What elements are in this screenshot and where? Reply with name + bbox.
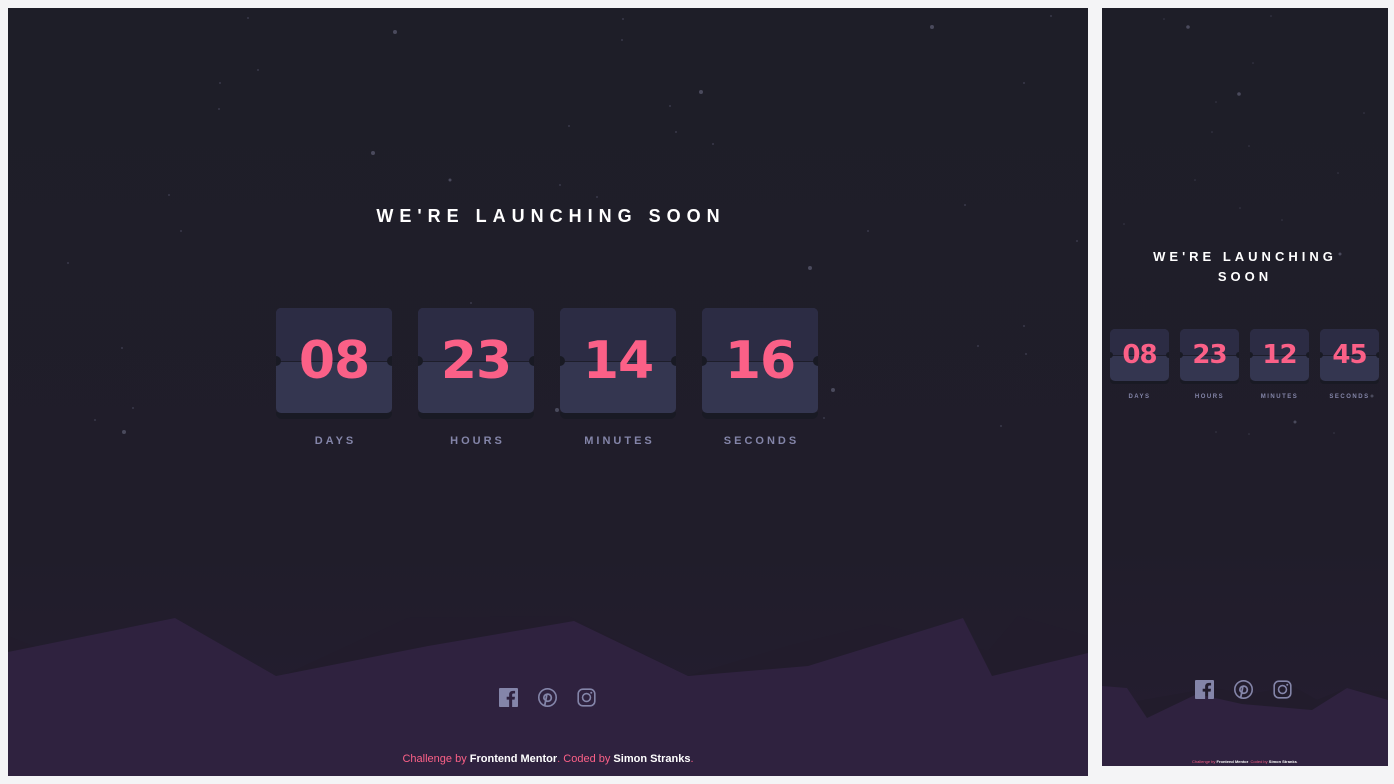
social-links — [499, 688, 596, 712]
flip-card: 08 — [276, 308, 392, 413]
facebook-icon[interactable] — [499, 688, 518, 712]
attribution: Challenge by Frontend Mentor. Coded by S… — [1192, 759, 1298, 764]
pinterest-icon[interactable] — [1234, 680, 1253, 704]
countdown-timer: 08 DAYS 23 HOURS 12 MINUTES 45 SECONDS — [1110, 329, 1379, 400]
attribution: Challenge by Frontend Mentor. Coded by S… — [402, 753, 694, 765]
author-link[interactable]: Simon Stranks — [613, 753, 690, 765]
countdown-seconds: 16 SECONDS — [702, 308, 818, 447]
days-value: 08 — [1122, 340, 1157, 370]
author-link[interactable]: Simon Stranks — [1269, 759, 1297, 764]
flip-card: 12 — [1250, 329, 1309, 381]
page-title: WE'RE LAUNCHING SOON — [1153, 249, 1337, 284]
minutes-label: MINUTES — [1260, 394, 1299, 400]
seconds-label: SECONDS — [723, 435, 800, 447]
flip-card: 08 — [1110, 329, 1169, 381]
countdown-hours: 23 HOURS — [418, 308, 534, 447]
mobile-preview: WE'RE LAUNCHING SOON 08 DAYS 23 HOURS 12 — [1102, 8, 1388, 766]
hours-label: HOURS — [1194, 394, 1225, 400]
instagram-icon[interactable] — [1273, 680, 1292, 704]
hours-value: 23 — [1192, 340, 1227, 370]
countdown-hours: 23 HOURS — [1180, 329, 1239, 400]
hours-label: HOURS — [450, 435, 505, 447]
social-links — [1195, 680, 1292, 704]
days-value: 08 — [298, 330, 370, 391]
seconds-label: SECONDS — [1329, 394, 1370, 400]
flip-card: 14 — [560, 308, 676, 413]
minutes-value: 12 — [1262, 340, 1297, 370]
frontend-mentor-link[interactable]: Frontend Mentor — [470, 753, 557, 765]
page-title: WE'RE LAUNCHING SOON — [376, 206, 726, 226]
instagram-icon[interactable] — [577, 688, 596, 712]
countdown-seconds: 45 SECONDS — [1320, 329, 1379, 400]
flip-card: 16 — [702, 308, 818, 413]
frontend-mentor-link[interactable]: Frontend Mentor — [1217, 759, 1249, 764]
seconds-value: 16 — [724, 330, 796, 391]
countdown-minutes: 12 MINUTES — [1250, 329, 1309, 400]
minutes-label: MINUTES — [584, 435, 655, 447]
facebook-icon[interactable] — [1195, 680, 1214, 704]
hills-illustration — [8, 616, 1088, 776]
countdown-timer: 08 DAYS 23 HOURS 14 MINUTES 16 SECONDS — [276, 308, 818, 447]
days-label: DAYS — [1128, 394, 1151, 400]
countdown-minutes: 14 MINUTES — [560, 308, 676, 447]
countdown-days: 08 DAYS — [276, 308, 392, 447]
countdown-days: 08 DAYS — [1110, 329, 1169, 400]
pinterest-icon[interactable] — [538, 688, 557, 712]
days-label: DAYS — [314, 435, 357, 447]
seconds-value: 45 — [1332, 340, 1367, 370]
minutes-value: 14 — [582, 330, 654, 391]
desktop-preview: WE'RE LAUNCHING SOON 08 DAYS 23 HOURS 14 — [8, 8, 1088, 776]
flip-card: 45 — [1320, 329, 1379, 381]
hours-value: 23 — [440, 330, 512, 391]
flip-card: 23 — [418, 308, 534, 413]
flip-card: 23 — [1180, 329, 1239, 381]
